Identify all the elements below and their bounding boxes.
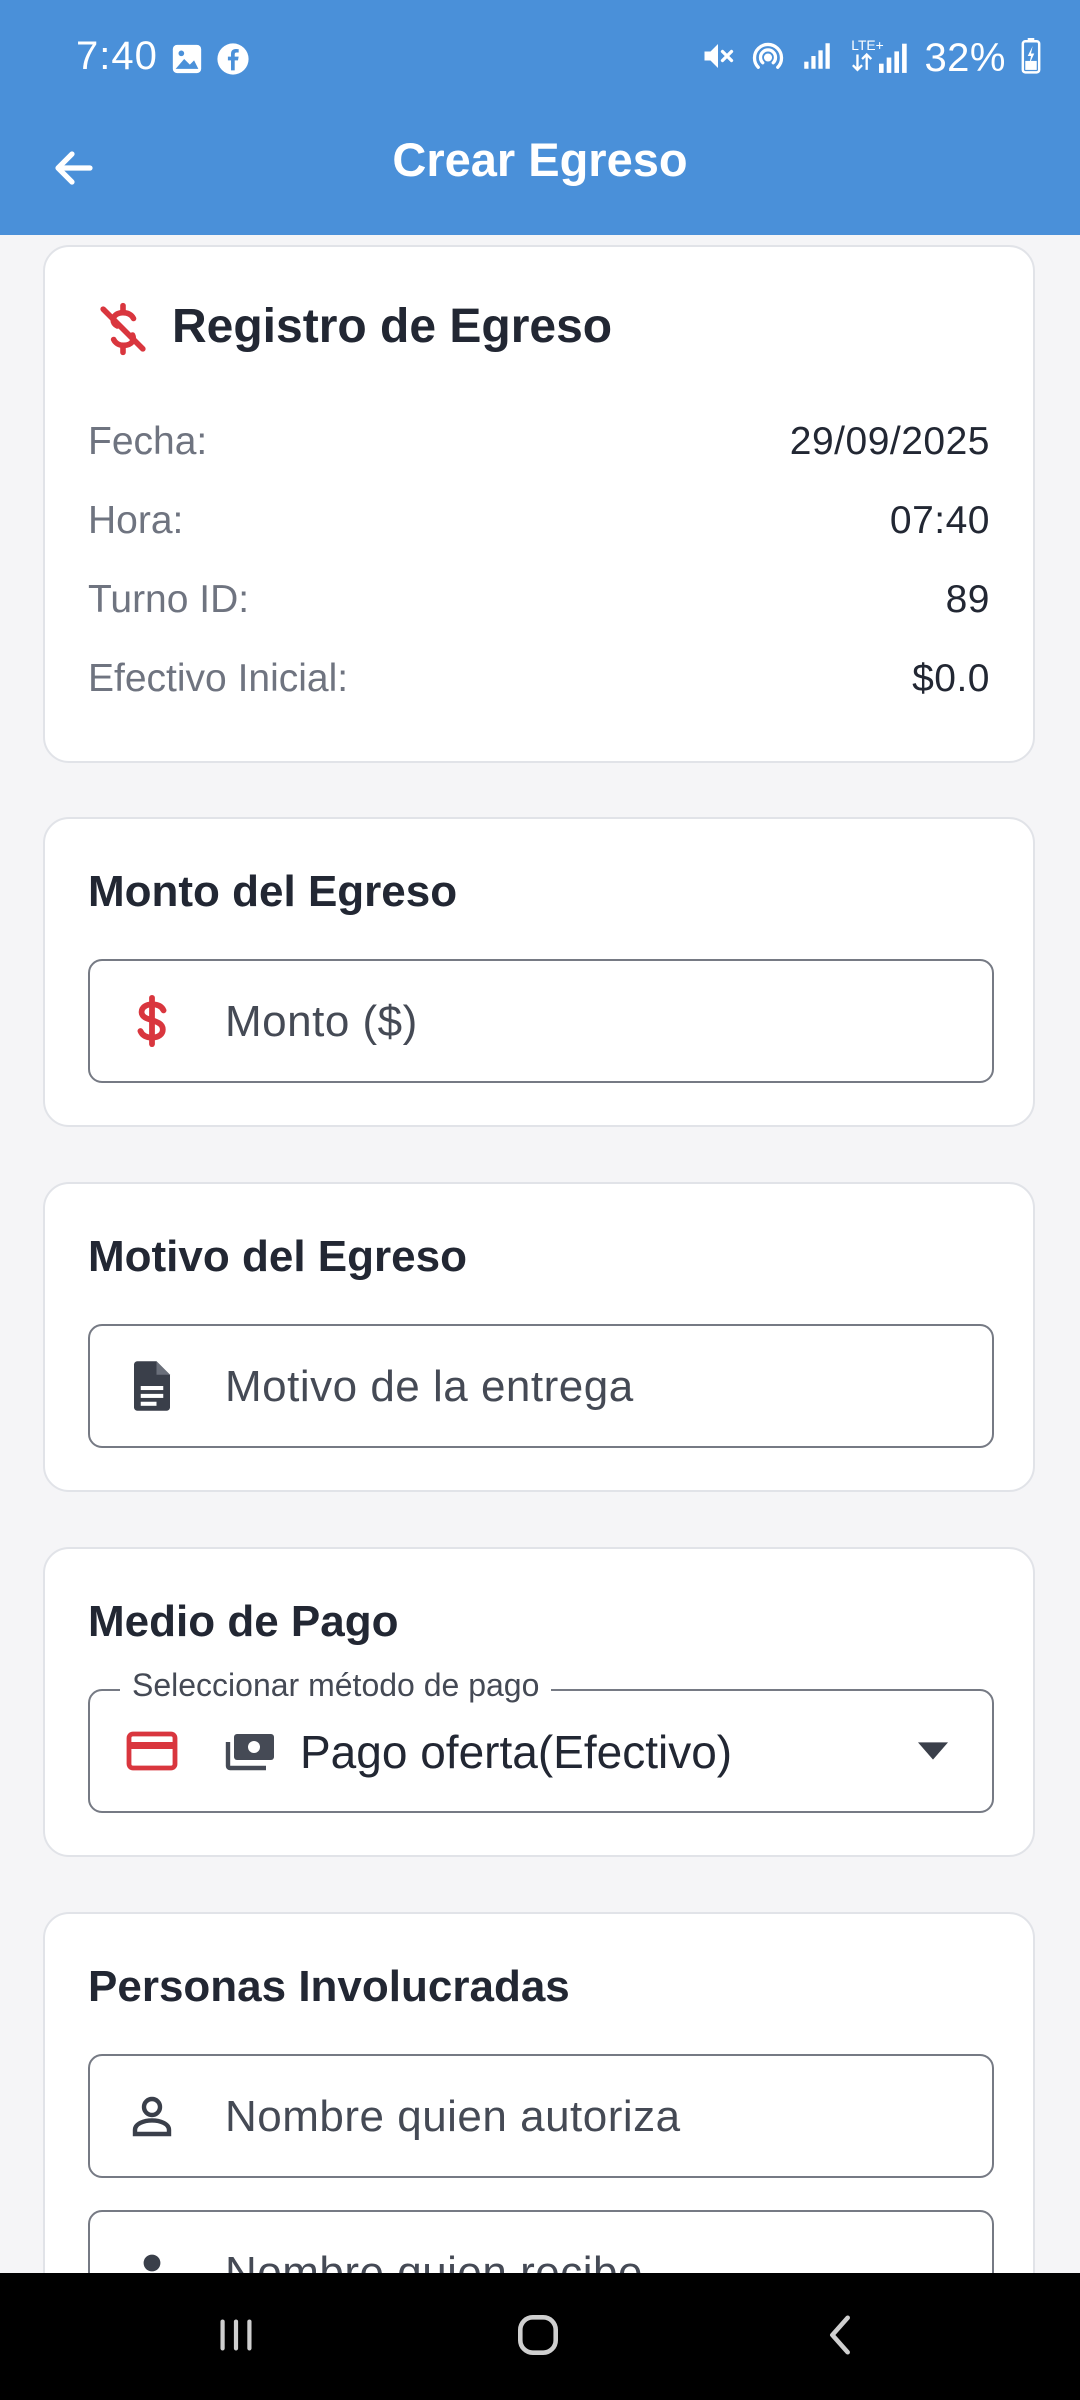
payment-card-title: Medio de Pago (88, 1597, 399, 1646)
receiver-field[interactable]: Nombre quien recibe (88, 2210, 994, 2273)
recent-apps-icon (213, 2312, 259, 2363)
reason-placeholder: Motivo de la entrega (225, 1362, 634, 1411)
payment-method-value: Pago oferta(Efectivo) (300, 1726, 733, 1778)
signal-icon (800, 39, 834, 78)
date-row: Fecha: 29/09/2025 (88, 420, 990, 470)
status-right-icons: LTE+ 32% (700, 36, 1042, 81)
date-value: 29/09/2025 (789, 420, 990, 463)
amount-placeholder: Monto ($) (225, 997, 418, 1046)
reason-card-title: Motivo del Egreso (88, 1232, 467, 1281)
mute-icon (700, 38, 736, 79)
person-icon (126, 2090, 178, 2142)
amount-card: Monto del Egreso Monto ($) (43, 817, 1035, 1127)
time-label: Hora: (88, 499, 184, 542)
chevron-left-icon (817, 2312, 863, 2363)
amount-field[interactable]: Monto ($) (88, 959, 994, 1083)
money-off-icon (95, 301, 151, 362)
dollar-icon (126, 994, 178, 1048)
cash-icon (224, 1731, 276, 1778)
status-left-icons (170, 42, 250, 81)
dropdown-arrow-icon (918, 1739, 948, 1768)
shift-id-value: 89 (945, 578, 990, 621)
battery-icon (1020, 38, 1042, 79)
document-icon (126, 1360, 178, 1412)
svg-text:LTE+: LTE+ (852, 37, 884, 53)
hotspot-icon (750, 38, 786, 79)
home-icon (513, 2310, 563, 2365)
system-navigation-bar (0, 2273, 1080, 2400)
payment-card: Medio de Pago Seleccionar método de pago… (43, 1547, 1035, 1857)
recent-apps-button[interactable] (191, 2303, 281, 2371)
reason-card: Motivo del Egreso Motivo de la entrega (43, 1182, 1035, 1492)
payment-method-label: Seleccionar método de pago (120, 1667, 552, 1704)
person-icon (126, 2246, 178, 2273)
initial-cash-value: $0.0 (912, 657, 990, 700)
status-bar: 7:40 LTE+ 32% (0, 0, 1080, 118)
shift-id-label: Turno ID: (88, 578, 250, 621)
battery-percent: 32% (924, 36, 1006, 80)
toolbar: Crear Egreso (0, 118, 1080, 235)
payment-method-select[interactable]: Seleccionar método de pago Pago oferta(E… (88, 1667, 994, 1813)
initial-cash-label: Efectivo Inicial: (88, 657, 349, 700)
page-title: Crear Egreso (392, 133, 688, 186)
summary-card-title: Registro de Egreso (172, 300, 613, 353)
receiver-placeholder: Nombre quien recibe (225, 2248, 643, 2273)
home-button[interactable] (493, 2303, 583, 2371)
amount-card-title: Monto del Egreso (88, 867, 458, 916)
authorizer-field[interactable]: Nombre quien autoriza (88, 2054, 994, 2178)
lte-signal-icon: LTE+ (848, 36, 910, 81)
people-card-title: Personas Involucradas (88, 1962, 570, 2011)
date-label: Fecha: (88, 420, 208, 463)
initial-cash-row: Efectivo Inicial: $0.0 (88, 657, 990, 707)
credit-card-icon (126, 1725, 178, 1777)
time-value: 07:40 (889, 499, 990, 542)
facebook-icon (216, 42, 250, 81)
authorizer-placeholder: Nombre quien autoriza (225, 2092, 681, 2141)
back-nav-button[interactable] (795, 2303, 885, 2371)
gallery-icon (170, 42, 204, 81)
status-time: 7:40 (76, 34, 158, 78)
time-row: Hora: 07:40 (88, 499, 990, 549)
app-bar: 7:40 LTE+ 32% Crear Egreso (0, 0, 1080, 235)
shift-id-row: Turno ID: 89 (88, 578, 990, 628)
scroll-content[interactable]: Registro de Egreso Fecha: 29/09/2025 Hor… (0, 235, 1080, 2273)
people-card: Personas Involucradas Nombre quien autor… (43, 1912, 1035, 2273)
summary-card: Registro de Egreso Fecha: 29/09/2025 Hor… (43, 245, 1035, 763)
reason-field[interactable]: Motivo de la entrega (88, 1324, 994, 1448)
